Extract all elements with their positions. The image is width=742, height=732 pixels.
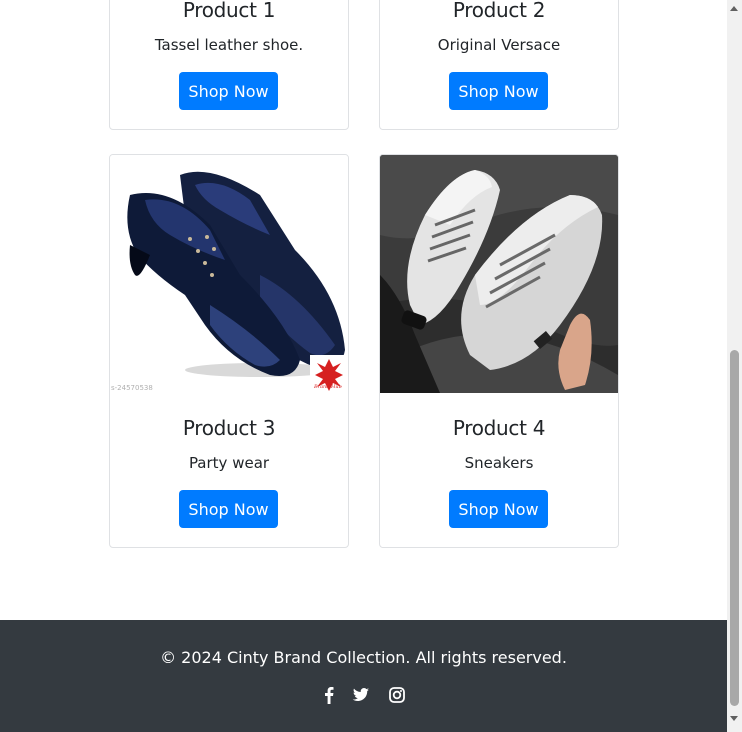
brand-logo: Brand Hub (314, 384, 342, 390)
product-title: Product 1 (182, 0, 276, 22)
scroll-up-arrow-icon[interactable] (730, 6, 738, 11)
product-card: Product 1 Tassel leather shoe. Shop Now (109, 0, 349, 130)
image-watermark: s-24570538 (111, 384, 153, 392)
product-description: Tassel leather shoe. (154, 36, 304, 54)
sneakers-image (380, 155, 618, 393)
vertical-scrollbar[interactable] (727, 0, 742, 732)
facebook-icon[interactable] (320, 686, 338, 704)
product-description: Sneakers (464, 454, 534, 472)
twitter-icon[interactable] (352, 686, 370, 704)
shop-now-button[interactable]: Shop Now (179, 72, 278, 110)
product-title: Product 3 (182, 416, 276, 440)
product-title: Product 2 (452, 0, 546, 22)
shop-now-button[interactable]: Shop Now (449, 490, 548, 528)
product-title: Product 4 (452, 416, 546, 440)
product-card: Product 4 Sneakers Shop Now (379, 154, 619, 548)
scroll-down-arrow-icon[interactable] (730, 716, 738, 721)
instagram-icon[interactable] (388, 686, 406, 704)
shop-now-button[interactable]: Shop Now (179, 490, 278, 528)
shop-now-button[interactable]: Shop Now (449, 72, 548, 110)
product-card: s-24570538 Brand Hub Product 3 Party wea… (109, 154, 349, 548)
site-footer: © 2024 Cinty Brand Collection. All right… (0, 620, 727, 732)
product-image (380, 155, 618, 393)
product-card: Product 2 Original Versace Shop Now (379, 0, 619, 130)
page: Product 1 Tassel leather shoe. Shop Now … (0, 0, 727, 732)
product-description: Original Versace (437, 36, 561, 54)
product-image: s-24570538 Brand Hub (110, 155, 348, 393)
copyright-text: © 2024 Cinty Brand Collection. All right… (160, 648, 567, 667)
formal-shoes-image (127, 171, 348, 393)
scrollbar-thumb[interactable] (730, 350, 739, 706)
product-description: Party wear (188, 454, 270, 472)
